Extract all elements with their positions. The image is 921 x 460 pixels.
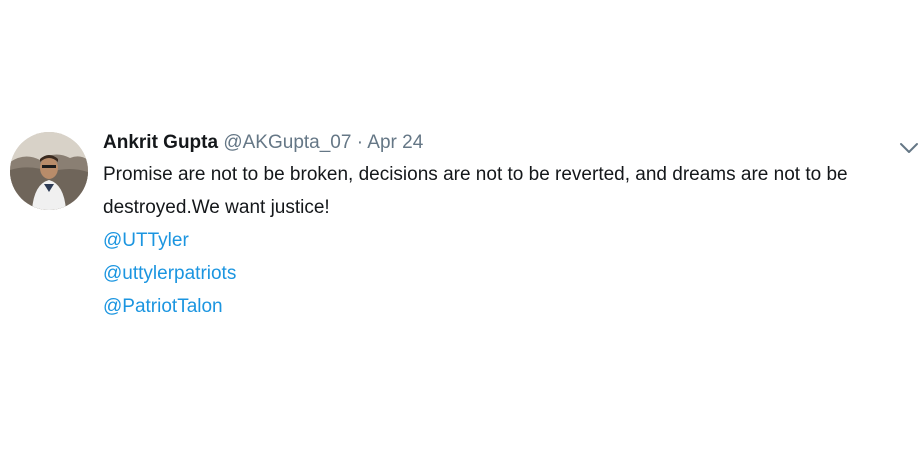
mention-link-uttylerpatriots[interactable]: @uttylerpatriots: [103, 257, 903, 290]
tweet-date[interactable]: Apr 24: [367, 132, 423, 153]
header-separator: ·: [356, 132, 364, 153]
mention-link-uttyler[interactable]: @UTTyler: [103, 224, 903, 257]
tweet-header: Ankrit Gupta @AKGupta_07 · Apr 24: [103, 128, 903, 158]
tweet-text: Promise are not to be broken, decisions …: [103, 164, 848, 218]
author-handle[interactable]: @AKGupta_07: [223, 132, 351, 153]
tweet-content: Ankrit Gupta @AKGupta_07 · Apr 24 Promis…: [103, 128, 903, 323]
avatar-image: [10, 132, 88, 210]
avatar[interactable]: [10, 132, 88, 210]
chevron-down-icon[interactable]: [897, 138, 921, 158]
mention-link-patriottalon[interactable]: @PatriotTalon: [103, 290, 903, 323]
author-name[interactable]: Ankrit Gupta: [103, 132, 218, 153]
